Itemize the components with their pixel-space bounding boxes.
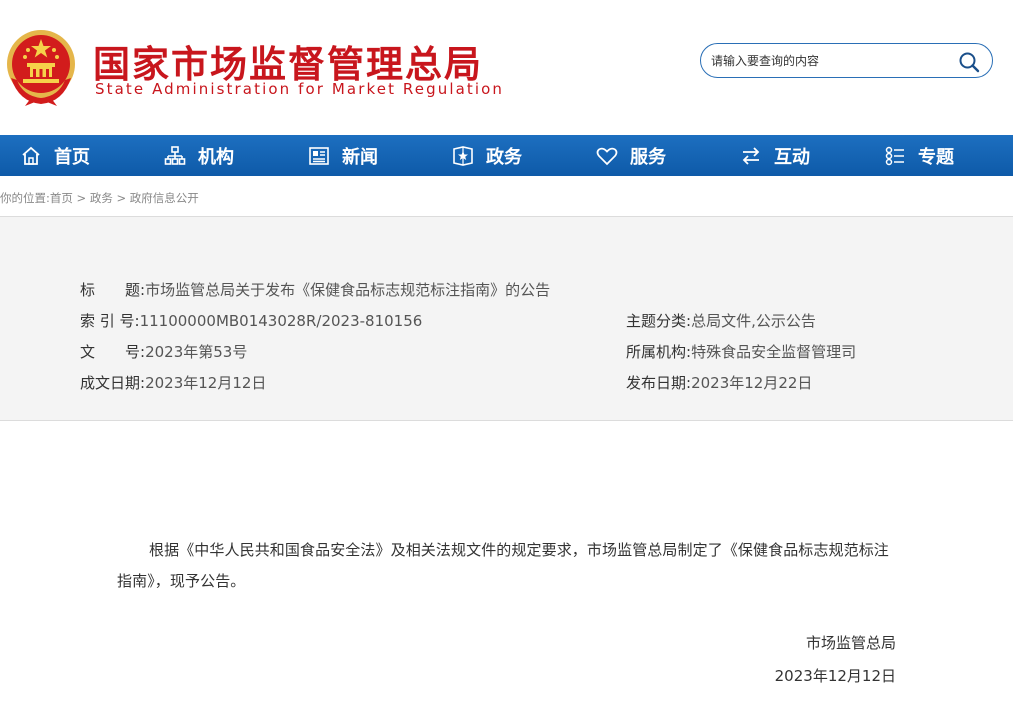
info-created-value: 2023年12月12日 [145,374,267,392]
info-category-label: 主题分类: [626,312,692,330]
info-published-value: 2023年12月22日 [691,374,813,392]
info-docno-value: 2023年第53号 [145,343,248,361]
national-emblem-icon[interactable] [5,28,77,106]
article-date: 2023年12月12日 [774,667,896,685]
breadcrumb-home[interactable]: 首页 [50,191,73,205]
info-org-label: 所属机构: [626,343,692,361]
affairs-icon [452,145,474,167]
info-title-value: 市场监管总局关于发布《保健食品标志规范标注指南》的公告 [145,281,551,299]
nav-item-service[interactable]: 服务 [576,135,720,176]
document-info-panel: 标 题:市场监管总局关于发布《保健食品标志规范标注指南》的公告 索 引 号:11… [0,216,1013,421]
heart-icon [596,145,618,167]
article-signature: 市场监管总局 [805,634,896,652]
info-created-row: 成文日期:2023年12月12日 [80,372,266,393]
exchange-icon [740,145,762,167]
breadcrumb-separator: > [76,191,87,205]
nav-item-home[interactable]: 首页 [0,135,144,176]
info-created-label: 成文日期: [80,374,146,392]
nav-label: 首页 [54,146,90,168]
info-published-row: 发布日期:2023年12月22日 [626,372,812,393]
nav-label: 机构 [198,146,234,168]
info-org-value: 特殊食品安全监督管理司 [691,343,857,361]
info-published-label: 发布日期: [626,374,692,392]
search-icon[interactable] [958,51,980,73]
info-org-row: 所属机构:特殊食品安全监督管理司 [626,341,856,362]
nav-item-topic[interactable]: 专题 [864,135,1008,176]
nav-item-affairs[interactable]: 政务 [432,135,576,176]
breadcrumb-affairs[interactable]: 政务 [90,191,113,205]
info-category-row: 主题分类:总局文件,公示公告 [626,310,816,331]
nav-label: 新闻 [342,146,378,168]
info-title-row: 标 题:市场监管总局关于发布《保健食品标志规范标注指南》的公告 [80,279,550,300]
breadcrumb-prefix: 你的位置: [0,191,50,205]
site-header: 国家市场监督管理总局 State Administration for Mark… [0,0,1013,135]
nav-label: 互动 [774,146,810,168]
info-title-label: 标 题: [80,281,146,299]
nav-label: 服务 [630,146,666,168]
info-docno-row: 文 号:2023年第53号 [80,341,247,362]
breadcrumb: 你的位置:首页 > 政务 > 政府信息公开 [0,190,199,206]
search-input[interactable] [711,52,951,70]
news-icon [308,145,330,167]
info-index-row: 索 引 号:11100000MB0143028R/2023-810156 [80,310,422,331]
nav-item-news[interactable]: 新闻 [288,135,432,176]
breadcrumb-separator: > [116,191,127,205]
org-icon [164,145,186,167]
nav-label: 专题 [918,146,954,168]
home-icon [20,145,42,167]
nav-item-interact[interactable]: 互动 [720,135,864,176]
info-index-value: 11100000MB0143028R/2023-810156 [139,312,423,330]
main-nav: 首页 机构 新闻 政务 服务 互动 专题 [0,135,1013,176]
info-docno-label: 文 号: [80,343,146,361]
site-subtitle: State Administration for Market Regulati… [95,80,505,98]
search-box [700,43,993,78]
info-index-label: 索 引 号: [80,312,140,330]
nav-item-org[interactable]: 机构 [144,135,288,176]
info-category-value: 总局文件,公示公告 [691,312,816,330]
article-body: 根据《中华人民共和国食品安全法》及相关法规文件的规定要求，市场监管总局制定了《保… [117,541,889,590]
nav-label: 政务 [486,146,522,168]
breadcrumb-gov-info[interactable]: 政府信息公开 [130,191,199,205]
topic-icon [884,145,906,167]
